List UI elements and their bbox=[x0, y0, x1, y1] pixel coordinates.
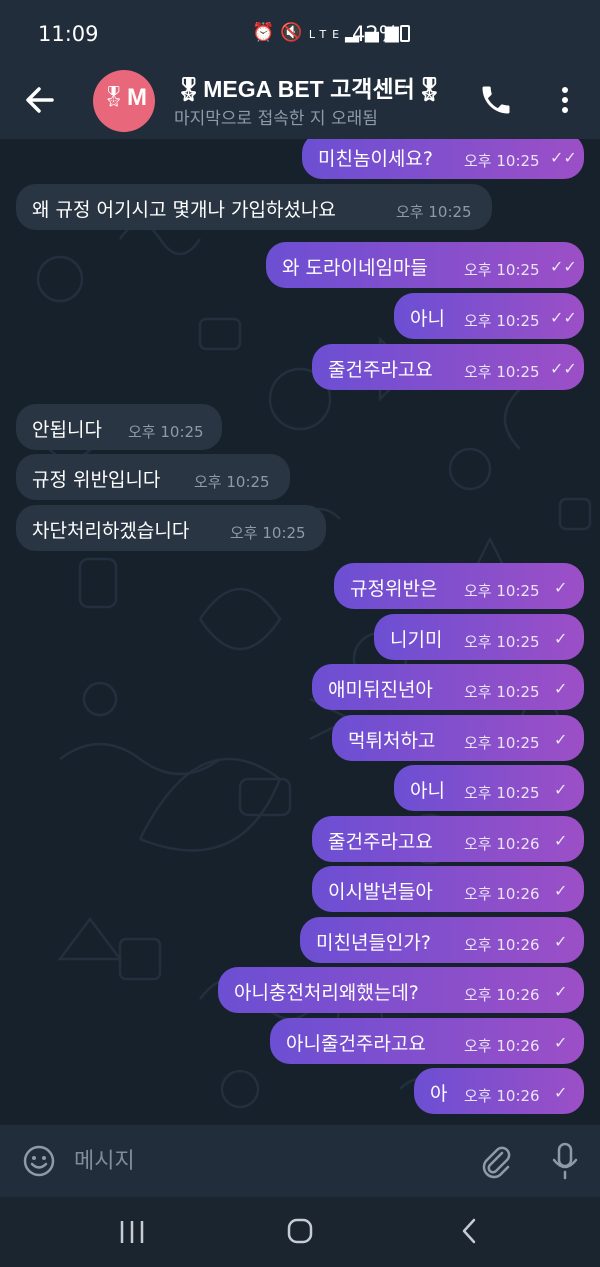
message-bubble-incoming[interactable]: 왜 규정 어기시고 몇개나 가입하셨나요 오후 10:25 bbox=[16, 184, 492, 230]
last-seen-status: 마지막으로 접속한 지 오래됨 bbox=[174, 109, 378, 129]
nav-back-icon[interactable] bbox=[458, 1217, 480, 1245]
sent-check-icon: ✓ bbox=[554, 578, 568, 597]
message-bubble-outgoing[interactable]: 이시발년들아 오후 10:26 ✓ bbox=[312, 866, 584, 912]
recent-apps-icon[interactable] bbox=[118, 1219, 146, 1245]
message-bubble-outgoing[interactable]: 아니줄건주라고요 오후 10:26 ✓ bbox=[270, 1018, 584, 1064]
message-bubble-outgoing[interactable]: 줄건주라고요 오후 10:25 ✓✓ bbox=[312, 344, 584, 390]
sent-check-icon: ✓ bbox=[554, 831, 568, 850]
message-bubble-outgoing[interactable]: 미친놈이세요? 오후 10:25 ✓✓ bbox=[302, 139, 584, 179]
message-bubble-outgoing[interactable]: 아 오후 10:26 ✓ bbox=[414, 1068, 584, 1114]
chat-title[interactable]: 🎖MEGA BET 고객센터🎖 bbox=[174, 70, 444, 104]
sent-check-icon: ✓ bbox=[554, 679, 568, 698]
sent-check-icon: ✓ bbox=[554, 730, 568, 749]
message-bubble-outgoing[interactable]: 미친년들인가? 오후 10:26 ✓ bbox=[300, 917, 584, 963]
home-icon[interactable] bbox=[286, 1217, 314, 1245]
sent-check-icon: ✓ bbox=[554, 1083, 568, 1102]
avatar-letter: M bbox=[127, 84, 147, 111]
battery-icon bbox=[400, 25, 410, 42]
message-bubble-incoming[interactable]: 안됩니다 오후 10:25 bbox=[16, 404, 222, 450]
message-bubble-outgoing[interactable]: 아니충전처리왜했는데? 오후 10:26 ✓ bbox=[218, 967, 584, 1013]
message-bubble-incoming[interactable]: 규정 위반입니다 오후 10:25 bbox=[16, 454, 290, 500]
battery-level: 42% bbox=[352, 22, 399, 46]
message-input[interactable] bbox=[74, 1141, 454, 1181]
read-receipt-icon: ✓✓ bbox=[550, 308, 577, 327]
phone-icon[interactable] bbox=[478, 82, 514, 118]
sent-check-icon: ✓ bbox=[554, 780, 568, 799]
read-receipt-icon: ✓✓ bbox=[550, 359, 577, 378]
sent-check-icon: ✓ bbox=[554, 629, 568, 648]
message-bubble-incoming[interactable]: 차단처리하겠습니다 오후 10:25 bbox=[16, 505, 326, 551]
lte-icon: LTE bbox=[308, 28, 346, 41]
message-bubble-outgoing[interactable]: 아니 오후 10:25 ✓✓ bbox=[394, 293, 584, 339]
emoji-icon[interactable] bbox=[22, 1144, 56, 1178]
read-receipt-icon: ✓✓ bbox=[550, 257, 577, 276]
mute-icon: 🔇 bbox=[280, 22, 309, 43]
sent-check-icon: ✓ bbox=[554, 1033, 568, 1052]
alarm-icon: ⏰ bbox=[252, 22, 281, 43]
sent-check-icon: ✓ bbox=[554, 881, 568, 900]
sent-check-icon: ✓ bbox=[554, 932, 568, 951]
chat-header: 🎖 M 🎖MEGA BET 고객센터🎖 마지막으로 접속한 지 오래됨 bbox=[0, 62, 600, 139]
message-bubble-outgoing[interactable]: 아니 오후 10:25 ✓ bbox=[394, 765, 584, 811]
avatar[interactable]: 🎖 M bbox=[93, 70, 155, 132]
back-arrow-icon[interactable] bbox=[22, 82, 58, 118]
medal-icon: 🎖 bbox=[101, 84, 127, 108]
status-bar: 11:09 ⏰🔇LTE▂▄▆ 42% bbox=[0, 0, 600, 62]
message-bubble-outgoing[interactable]: 먹튀처하고 오후 10:25 ✓ bbox=[332, 715, 584, 761]
message-bubble-outgoing[interactable]: 줄건주라고요 오후 10:26 ✓ bbox=[312, 816, 584, 862]
message-list[interactable]: 미친놈이세요? 오후 10:25 ✓✓ 왜 규정 어기시고 몇개나 가입하셨나요… bbox=[0, 139, 600, 1125]
message-bubble-outgoing[interactable]: 니기미 오후 10:25 ✓ bbox=[374, 614, 584, 660]
status-time: 11:09 bbox=[38, 22, 99, 46]
microphone-icon[interactable] bbox=[550, 1141, 580, 1181]
message-bubble-outgoing[interactable]: 와 도라이네임마들 오후 10:25 ✓✓ bbox=[266, 242, 584, 288]
message-bubble-outgoing[interactable]: 애미뒤진년아 오후 10:25 ✓ bbox=[312, 664, 584, 710]
message-bubble-outgoing[interactable]: 규정위반은 오후 10:25 ✓ bbox=[334, 563, 584, 609]
read-receipt-icon: ✓✓ bbox=[550, 148, 577, 167]
message-composer bbox=[0, 1125, 600, 1197]
system-navigation-bar bbox=[0, 1197, 600, 1267]
sent-check-icon: ✓ bbox=[554, 982, 568, 1001]
more-options-icon[interactable] bbox=[552, 82, 578, 118]
paperclip-icon[interactable] bbox=[478, 1143, 514, 1179]
